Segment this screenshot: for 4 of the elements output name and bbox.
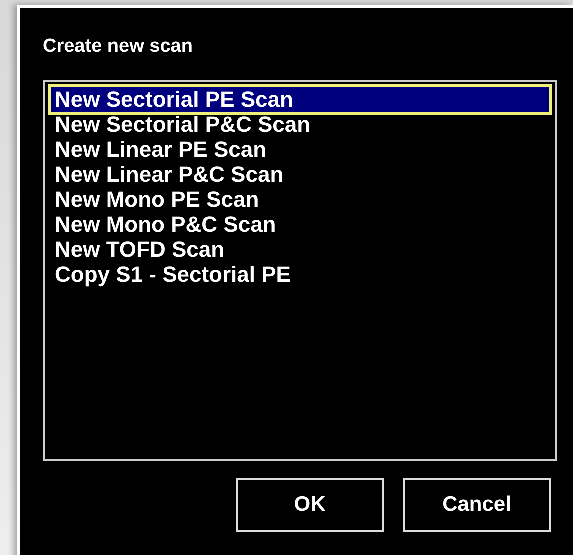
list-item[interactable]: New Sectorial PE Scan — [48, 84, 552, 115]
ok-button[interactable]: OK — [236, 478, 384, 532]
dialog-title: Create new scan — [43, 36, 194, 58]
cancel-button[interactable]: Cancel — [403, 478, 551, 532]
